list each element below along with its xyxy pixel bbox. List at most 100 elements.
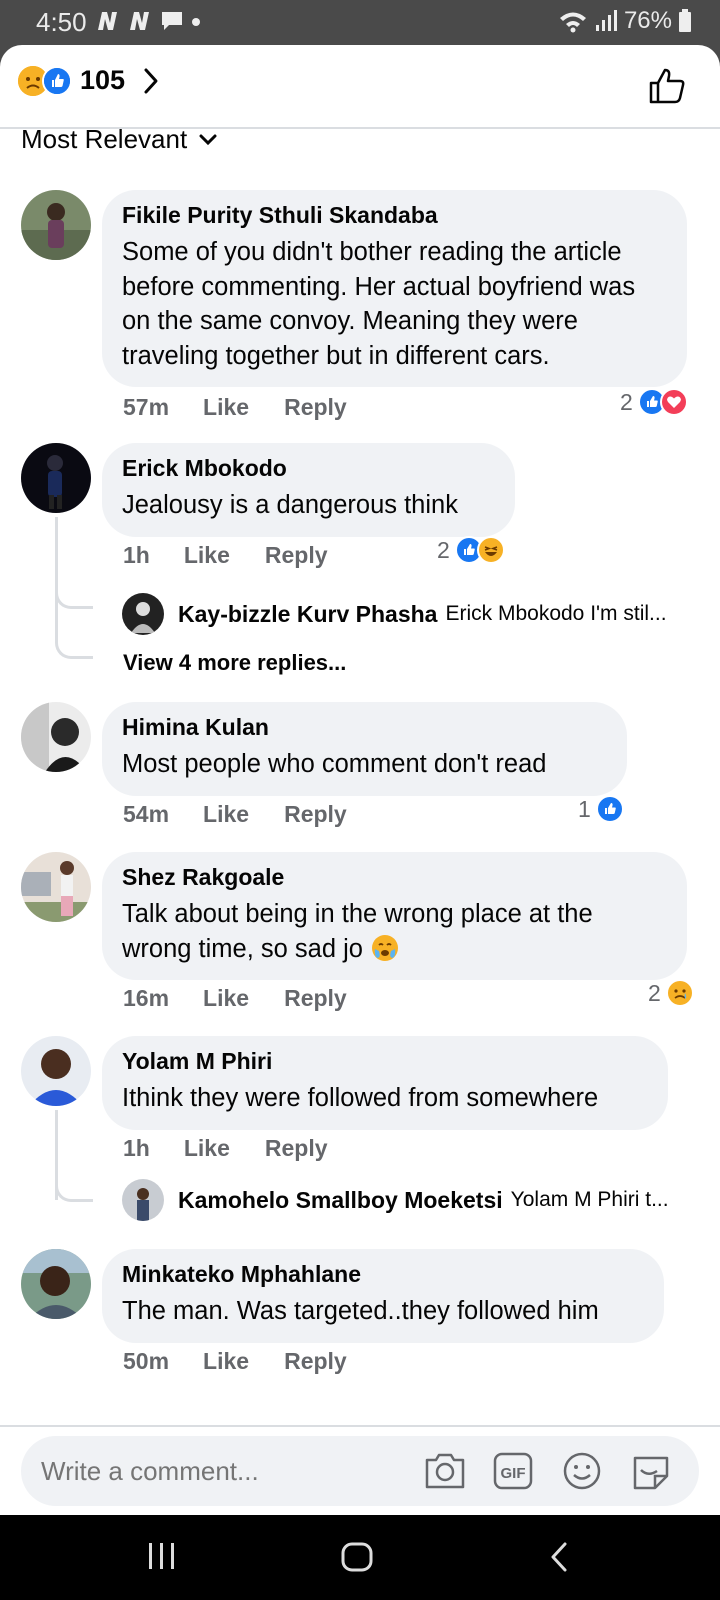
comment-bubble[interactable]: Shez Rakgoale Talk about being in the wr… [102,852,687,980]
back-button[interactable] [548,1541,570,1578]
reply-button[interactable]: Reply [284,1348,347,1375]
comment-actions: 50m Like Reply [123,1348,347,1375]
comment-time[interactable]: 50m [123,1348,169,1375]
comment-text: Ithink they were followed from somewhere [122,1084,599,1112]
reaction-summary[interactable]: 105 [18,65,159,96]
like-post-button[interactable] [648,67,686,110]
thumbs-up-outline-icon [649,68,685,104]
comment-bubble[interactable]: Fikile Purity Sthuli Skandaba Some of yo… [102,190,687,387]
sort-dropdown[interactable]: Most Relevant [21,124,217,155]
comment-author[interactable]: Fikile Purity Sthuli Skandaba [122,202,667,229]
camera-icon[interactable] [423,1450,467,1497]
back-icon [551,1542,567,1572]
comment-actions: 54m Like Reply [123,801,347,828]
comment-time[interactable]: 57m [123,394,169,421]
reply-avatar[interactable] [122,1179,164,1221]
gif-icon[interactable]: GIF [492,1450,534,1497]
comment-reactions[interactable]: 2 [648,979,694,1007]
reply-preview[interactable]: Kamohelo Smallboy Moeketsi Yolam M Phiri… [122,1179,669,1221]
comment-author[interactable]: Himina Kulan [122,714,607,741]
svg-text:GIF: GIF [501,1465,526,1482]
like-button[interactable]: Like [203,394,249,421]
status-bar: 4:50 76% [0,0,720,46]
reactions-header: 105 [0,45,720,129]
comment-bubble[interactable]: Yolam M Phiri Ithink they were followed … [102,1036,668,1130]
haha-icon [476,536,505,564]
reply-avatar[interactable] [122,593,164,635]
comment-input[interactable] [41,1456,411,1487]
comment-time[interactable]: 16m [123,985,169,1012]
reply-author[interactable]: Kamohelo Smallboy Moeketsi [178,1187,503,1214]
comment-author[interactable]: Shez Rakgoale [122,864,667,891]
comments-sheet: 105 Most Relevant Fikile Purity Sthuli S… [0,45,720,1515]
reply-button[interactable]: Reply [284,985,347,1012]
like-button[interactable]: Like [203,801,249,828]
status-right: 76% [558,7,692,35]
comment-text: The man. Was targeted..they followed him [122,1297,599,1325]
thread-connector [55,1186,93,1202]
reaction-count: 2 [437,536,450,563]
view-more-replies[interactable]: View 4 more replies... [123,650,346,676]
avatar[interactable] [21,443,91,513]
avatar[interactable] [21,852,91,922]
comment-time[interactable]: 1h [123,542,150,569]
comment-bubble[interactable]: Minkateko Mphahlane The man. Was targete… [102,1249,664,1343]
battery-percent: 76% [623,7,672,34]
avatar[interactable] [21,190,91,260]
comment-author[interactable]: Minkateko Mphahlane [122,1261,644,1288]
comment-text: Talk about being in the wrong place at t… [122,897,667,966]
comment-composer: GIF [21,1436,699,1506]
reply-button[interactable]: Reply [265,542,328,569]
thread-connector [55,593,93,609]
battery-icon [679,9,691,32]
signal-icon [595,10,617,31]
reply-button[interactable]: Reply [284,801,347,828]
comment-author[interactable]: Yolam M Phiri [122,1048,648,1075]
comment-text: Jealousy is a dangerous think [122,491,458,519]
comment-reactions[interactable]: 1 [578,795,624,823]
reaction-count: 2 [620,388,633,415]
comment-bubble[interactable]: Erick Mbokodo Jealousy is a dangerous th… [102,443,515,537]
reply-author[interactable]: Kay-bizzle Kurv Phasha [178,601,437,628]
n-logo-icon-2 [130,12,149,30]
comment-bubble[interactable]: Himina Kulan Most people who comment don… [102,702,627,796]
sad-icon [665,979,694,1007]
comment-time[interactable]: 1h [123,1135,150,1162]
reply-button[interactable]: Reply [284,394,347,421]
reaction-count: 105 [80,65,126,95]
comment-text-content: Talk about being in the wrong place at t… [122,900,593,963]
comment-actions: 16m Like Reply [123,985,347,1012]
reply-snippet: Yolam M Phiri t... [510,1188,669,1211]
comment-reactions[interactable]: 2 [620,388,688,416]
crying-face-icon [372,934,399,961]
sticker-icon[interactable] [629,1450,673,1497]
composer-divider [0,1425,720,1427]
like-icon [595,795,624,823]
reaction-count: 2 [648,979,661,1006]
message-icon [162,12,182,30]
avatar[interactable] [21,1036,91,1106]
home-button[interactable] [340,1541,374,1578]
avatar[interactable] [21,1249,91,1319]
comment-actions: 57m Like Reply [123,394,347,421]
comment-text: Most people who comment don't read [122,750,547,778]
avatar[interactable] [21,702,91,772]
dot-icon [192,18,200,26]
comment-author[interactable]: Erick Mbokodo [122,455,495,482]
wifi-icon [559,12,586,33]
home-icon [341,1542,373,1572]
reply-preview[interactable]: Kay-bizzle Kurv Phasha Erick Mbokodo I'm… [122,593,667,635]
like-button[interactable]: Like [184,542,230,569]
chevron-right-icon [144,68,158,93]
like-button[interactable]: Like [203,1348,249,1375]
comment-reactions[interactable]: 2 [437,536,505,564]
notification-icons [96,10,202,32]
like-button[interactable]: Like [184,1135,230,1162]
recent-apps-button[interactable] [146,1541,178,1576]
reply-snippet: Erick Mbokodo I'm stil... [445,602,667,625]
comment-time[interactable]: 54m [123,801,169,828]
emoji-icon[interactable] [561,1450,603,1497]
like-button[interactable]: Like [203,985,249,1012]
reply-button[interactable]: Reply [265,1135,328,1162]
n-logo-icon [98,12,117,30]
